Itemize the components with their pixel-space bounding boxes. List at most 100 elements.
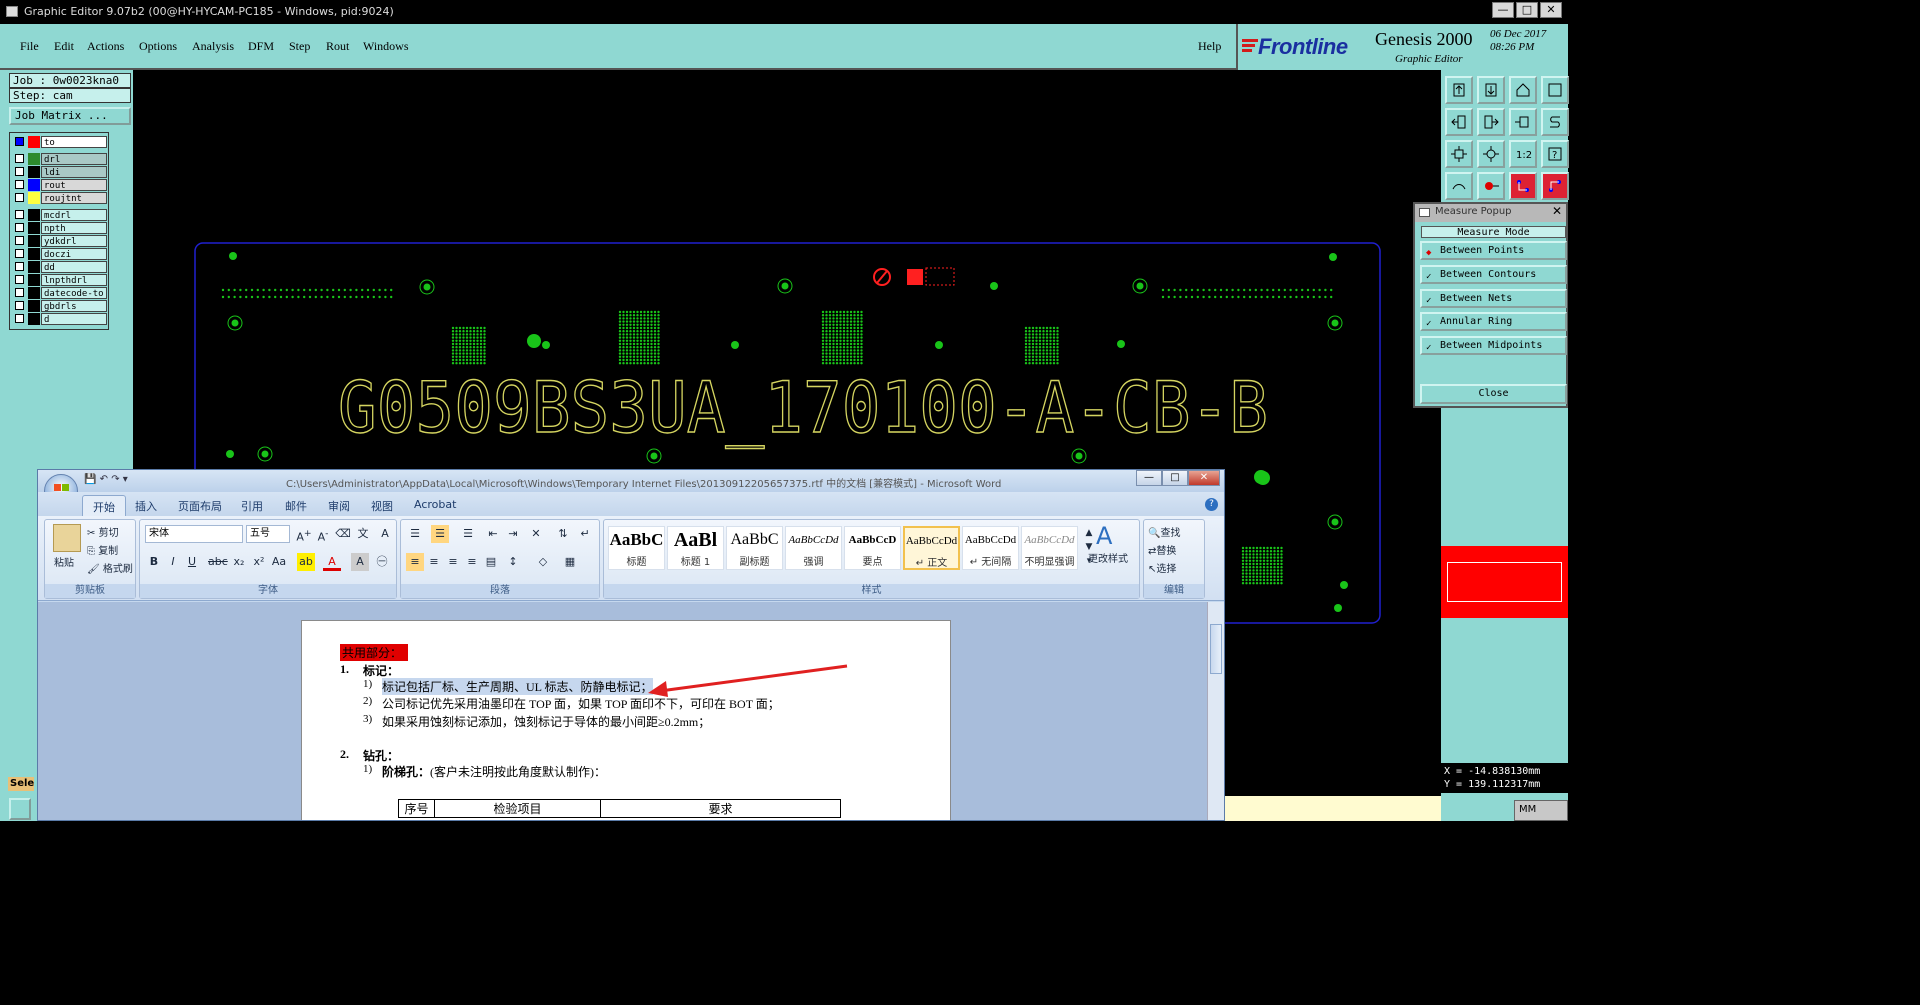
layer-checkbox[interactable] (15, 262, 24, 271)
document-page[interactable]: 共用部分： 1. 标记： 1) 标记包括厂标、生产周期、UL 标志、防静电标记；… (301, 620, 951, 820)
zoom-page-up-icon[interactable] (1445, 76, 1473, 104)
line-spacing-icon[interactable]: ↕ (504, 553, 522, 571)
cut-button[interactable]: ✂ 剪切 (87, 524, 119, 539)
menu-help[interactable]: Help (1198, 39, 1221, 54)
style-title[interactable]: AaBbC 标题 (608, 526, 665, 570)
font-color-icon[interactable]: A (323, 553, 341, 571)
style-no-spacing[interactable]: AaBbCcDd ↵ 无间隔 (962, 526, 1019, 570)
decrease-indent-icon[interactable]: ⇤ (484, 525, 502, 543)
layer-checkbox[interactable] (15, 236, 24, 245)
layer-row[interactable]: roujtnt (12, 192, 108, 204)
maximize-button[interactable]: □ (1516, 2, 1538, 18)
select-label[interactable]: Sele (8, 777, 34, 791)
layer-row[interactable]: ydkdrl (12, 235, 108, 247)
mode-between-points[interactable]: ◆ Between Points (1420, 241, 1567, 260)
menu-step[interactable]: Step (289, 39, 310, 54)
italic-icon[interactable]: I (164, 553, 182, 571)
item-1-text[interactable]: 标记包括厂标、生产周期、UL 标志、防静电标记； (382, 678, 653, 695)
style-subtitle[interactable]: AaBbC 副标题 (726, 526, 783, 570)
subscript-icon[interactable]: x₂ (230, 553, 248, 571)
layer-row[interactable]: d (12, 313, 108, 325)
change-styles-icon[interactable]: A (1096, 522, 1112, 550)
layer-row[interactable]: dd (12, 261, 108, 273)
find-button[interactable]: 🔍查找 (1148, 524, 1180, 539)
font-size-combo[interactable]: 五号 (246, 525, 290, 543)
layer-checkbox[interactable] (15, 275, 24, 284)
shrink-font-icon[interactable]: A- (314, 525, 332, 544)
multilevel-list-icon[interactable]: ☰ (459, 525, 477, 543)
menu-rout[interactable]: Rout (326, 39, 349, 54)
mode-between-nets[interactable]: ✓ Between Nets (1420, 289, 1567, 308)
layer-row[interactable]: ldi (12, 166, 108, 178)
layer-row[interactable]: gbdrls (12, 300, 108, 312)
tab-acrobat[interactable]: Acrobat (414, 498, 456, 511)
bullets-icon[interactable]: ☰ (406, 525, 424, 543)
style-emphasis[interactable]: AaBbCcDd 强调 (785, 526, 842, 570)
popup-close-icon[interactable]: ✕ (1552, 204, 1562, 218)
shading-icon[interactable]: ◇ (534, 553, 552, 571)
pan-left-icon[interactable] (1445, 108, 1473, 136)
borders-icon[interactable]: ▦ (561, 553, 579, 571)
select-button[interactable]: ↖选择 (1148, 560, 1176, 575)
tab-references[interactable]: 引用 (241, 498, 263, 514)
layer-checkbox[interactable] (15, 301, 24, 310)
asian-layout-icon[interactable]: ✕ (527, 525, 545, 543)
menu-file[interactable]: File (20, 39, 39, 54)
help-query-icon[interactable]: ? (1541, 140, 1569, 168)
menu-analysis[interactable]: Analysis (192, 39, 234, 54)
layer-row[interactable]: doczi (12, 248, 108, 260)
change-case-icon[interactable]: Aa (270, 553, 288, 571)
style-normal[interactable]: AaBbCcDd ↵ 正文 (903, 526, 960, 570)
strikethrough-icon[interactable]: abc (208, 553, 228, 571)
style-strong[interactable]: AaBbCcD 要点 (844, 526, 901, 570)
align-left-icon[interactable]: ≡ (406, 553, 424, 571)
quick-access-toolbar[interactable]: 💾 ↶ ↷ ▾ (84, 474, 128, 485)
menu-edit[interactable]: Edit (54, 39, 74, 54)
menu-actions[interactable]: Actions (87, 39, 124, 54)
redraw-icon[interactable] (1541, 76, 1569, 104)
word-close-button[interactable]: ✕ (1188, 470, 1220, 486)
clear-format-icon[interactable]: ⌫ (334, 525, 352, 543)
scroll-thumb[interactable] (1210, 624, 1222, 674)
show-marks-icon[interactable]: ↵ (576, 525, 594, 543)
zoom-fit-icon[interactable] (1445, 140, 1473, 168)
net-check-icon[interactable] (1541, 172, 1569, 200)
layer-checkbox[interactable] (15, 180, 24, 189)
mode-annular-ring[interactable]: ✓ Annular Ring (1420, 312, 1567, 331)
close-button[interactable]: ✕ (1540, 2, 1562, 18)
layer-row[interactable]: datecode-to (12, 287, 108, 299)
pan-center-icon[interactable] (1509, 108, 1537, 136)
layer-checkbox[interactable] (15, 210, 24, 219)
paste-icon[interactable] (53, 524, 81, 552)
style-subtle-emphasis[interactable]: AaBbCcDd 不明显强调 (1021, 526, 1078, 570)
underline-icon[interactable]: U (183, 553, 201, 571)
zoom-page-down-icon[interactable] (1477, 76, 1505, 104)
menu-dfm[interactable]: DFM (248, 39, 274, 54)
measure-close-button[interactable]: Close (1420, 384, 1567, 404)
mode-between-contours[interactable]: ✓ Between Contours (1420, 265, 1567, 284)
sort-icon[interactable]: ⇅ (554, 525, 572, 543)
help-icon[interactable]: ? (1205, 498, 1218, 511)
menu-options[interactable]: Options (139, 39, 177, 54)
pan-right-icon[interactable] (1477, 108, 1505, 136)
distributed-icon[interactable]: ▤ (482, 553, 500, 571)
tab-mailings[interactable]: 邮件 (285, 498, 307, 514)
replace-button[interactable]: ⇄替换 (1148, 542, 1176, 557)
tab-review[interactable]: 审阅 (328, 498, 350, 514)
grow-font-icon[interactable]: A+ (295, 525, 313, 544)
layer-row[interactable]: rout (12, 179, 108, 191)
vertical-scrollbar[interactable] (1207, 602, 1224, 820)
net-connect-icon[interactable] (1509, 172, 1537, 200)
font-name-combo[interactable]: 宋体 (145, 525, 243, 543)
layer-row[interactable]: drl (12, 153, 108, 165)
scale-1-2-icon[interactable]: 1:2 (1509, 140, 1537, 168)
copy-button[interactable]: ⎘ 复制 (87, 542, 118, 557)
char-shading-icon[interactable]: A (351, 553, 369, 571)
layer-checkbox[interactable] (15, 167, 24, 176)
superscript-icon[interactable]: x² (250, 553, 268, 571)
layer-checkbox[interactable] (15, 249, 24, 258)
style-heading-1[interactable]: AaBl 标题 1 (667, 526, 724, 570)
snap-icon[interactable] (1541, 108, 1569, 136)
menu-windows[interactable]: Windows (363, 39, 409, 54)
job-matrix-button[interactable]: Job Matrix ... (9, 107, 131, 125)
